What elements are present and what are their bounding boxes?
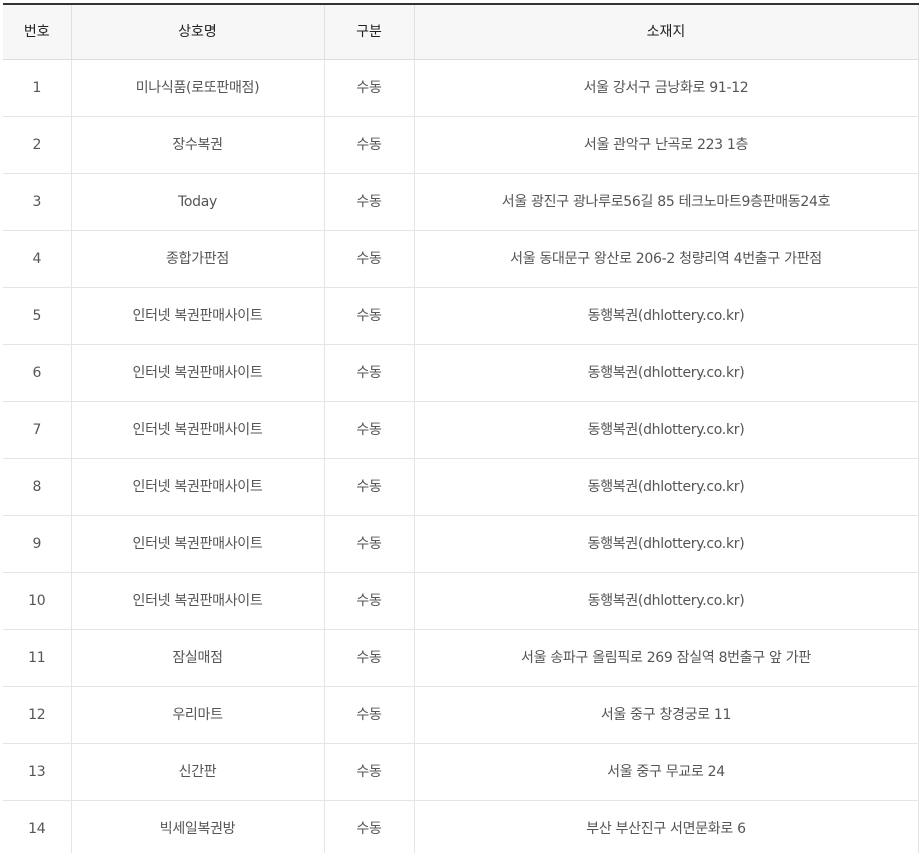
cell-type: 수동 [323,401,414,459]
header-row: 번호 상호명 구분 소재지 [3,4,918,60]
cell-number: 1 [3,59,71,117]
cell-store-name: 인터넷 복권판매사이트 [70,458,324,516]
cell-type: 수동 [323,629,414,687]
table-row: 6 인터넷 복권판매사이트 수동 동행복권(dhlottery.co.kr) [3,344,918,402]
cell-address: 부산 부산진구 서면문화로 6 [413,800,918,853]
cell-number: 12 [3,686,71,744]
cell-type: 수동 [323,344,414,402]
cell-store-name: 인터넷 복권판매사이트 [70,287,324,345]
winning-stores-table: 번호 상호명 구분 소재지 1 미나식품(로또판매점) 수동 서울 강서구 금낭화로 … [3,3,919,853]
table-row: 3 Today 수동 서울 광진구 광나루로56길 85 테크노마트9층판매동24호 [3,173,918,231]
cell-number: 6 [3,344,71,402]
cell-store-name: 신간판 [70,743,324,801]
cell-number: 5 [3,287,71,345]
cell-address: 서울 광진구 광나루로56길 85 테크노마트9층판매동24호 [413,173,918,231]
table-row: 2 장수복권 수동 서울 관악구 난곡로 223 1층 [3,116,918,174]
cell-address: 동행복권(dhlottery.co.kr) [413,401,918,459]
cell-store-name: 잠실매점 [70,629,324,687]
cell-address: 서울 동대문구 왕산로 206-2 청량리역 4번출구 가판점 [413,230,918,288]
cell-type: 수동 [323,230,414,288]
cell-number: 2 [3,116,71,174]
cell-number: 14 [3,800,71,853]
cell-store-name: 우리마트 [70,686,324,744]
table-body: 1 미나식품(로또판매점) 수동 서울 강서구 금낭화로 91-12 2 장수복권 수동 서울… [3,59,918,853]
table-row: 14 빅세일복권방 수동 부산 부산진구 서면문화로 6 [3,800,918,853]
cell-number: 10 [3,572,71,630]
cell-number: 7 [3,401,71,459]
table-row: 10 인터넷 복권판매사이트 수동 동행복권(dhlottery.co.kr) [3,572,918,630]
page: 번호 상호명 구분 소재지 1 미나식품(로또판매점) 수동 서울 강서구 금낭화로 … [0,0,921,853]
table-row: 12 우리마트 수동 서울 중구 창경궁로 11 [3,686,918,744]
cell-store-name: Today [70,173,324,231]
cell-type: 수동 [323,173,414,231]
cell-address: 서울 관악구 난곡로 223 1층 [413,116,918,174]
table-row: 13 신간판 수동 서울 중구 무교로 24 [3,743,918,801]
cell-address: 서울 송파구 올림픽로 269 잠실역 8번출구 앞 가판 [413,629,918,687]
cell-store-name: 빅세일복권방 [70,800,324,853]
cell-number: 4 [3,230,71,288]
cell-number: 9 [3,515,71,573]
cell-address: 서울 중구 창경궁로 11 [413,686,918,744]
table-header: 번호 상호명 구분 소재지 [3,4,918,60]
cell-address: 서울 강서구 금낭화로 91-12 [413,59,918,117]
cell-number: 13 [3,743,71,801]
table-row: 1 미나식품(로또판매점) 수동 서울 강서구 금낭화로 91-12 [3,59,918,117]
table-row: 9 인터넷 복권판매사이트 수동 동행복권(dhlottery.co.kr) [3,515,918,573]
column-header-store-name: 상호명 [70,4,324,60]
cell-type: 수동 [323,287,414,345]
cell-type: 수동 [323,743,414,801]
cell-type: 수동 [323,458,414,516]
column-header-type: 구분 [323,4,414,60]
cell-store-name: 종합가판점 [70,230,324,288]
table-row: 11 잠실매점 수동 서울 송파구 올림픽로 269 잠실역 8번출구 앞 가판 [3,629,918,687]
cell-address: 동행복권(dhlottery.co.kr) [413,344,918,402]
cell-address: 동행복권(dhlottery.co.kr) [413,287,918,345]
cell-store-name: 인터넷 복권판매사이트 [70,401,324,459]
cell-store-name: 인터넷 복권판매사이트 [70,344,324,402]
table-row: 8 인터넷 복권판매사이트 수동 동행복권(dhlottery.co.kr) [3,458,918,516]
cell-type: 수동 [323,572,414,630]
cell-address: 동행복권(dhlottery.co.kr) [413,458,918,516]
cell-store-name: 인터넷 복권판매사이트 [70,572,324,630]
column-header-number: 번호 [3,4,71,60]
table-row: 5 인터넷 복권판매사이트 수동 동행복권(dhlottery.co.kr) [3,287,918,345]
cell-number: 3 [3,173,71,231]
cell-address: 서울 중구 무교로 24 [413,743,918,801]
cell-type: 수동 [323,59,414,117]
cell-type: 수동 [323,800,414,853]
cell-store-name: 장수복권 [70,116,324,174]
cell-number: 11 [3,629,71,687]
table-row: 4 종합가판점 수동 서울 동대문구 왕산로 206-2 청량리역 4번출구 가판점 [3,230,918,288]
cell-type: 수동 [323,116,414,174]
cell-type: 수동 [323,686,414,744]
cell-number: 8 [3,458,71,516]
cell-type: 수동 [323,515,414,573]
column-header-address: 소재지 [413,4,918,60]
cell-store-name: 인터넷 복권판매사이트 [70,515,324,573]
cell-address: 동행복권(dhlottery.co.kr) [413,515,918,573]
table-row: 7 인터넷 복권판매사이트 수동 동행복권(dhlottery.co.kr) [3,401,918,459]
cell-address: 동행복권(dhlottery.co.kr) [413,572,918,630]
cell-store-name: 미나식품(로또판매점) [70,59,324,117]
